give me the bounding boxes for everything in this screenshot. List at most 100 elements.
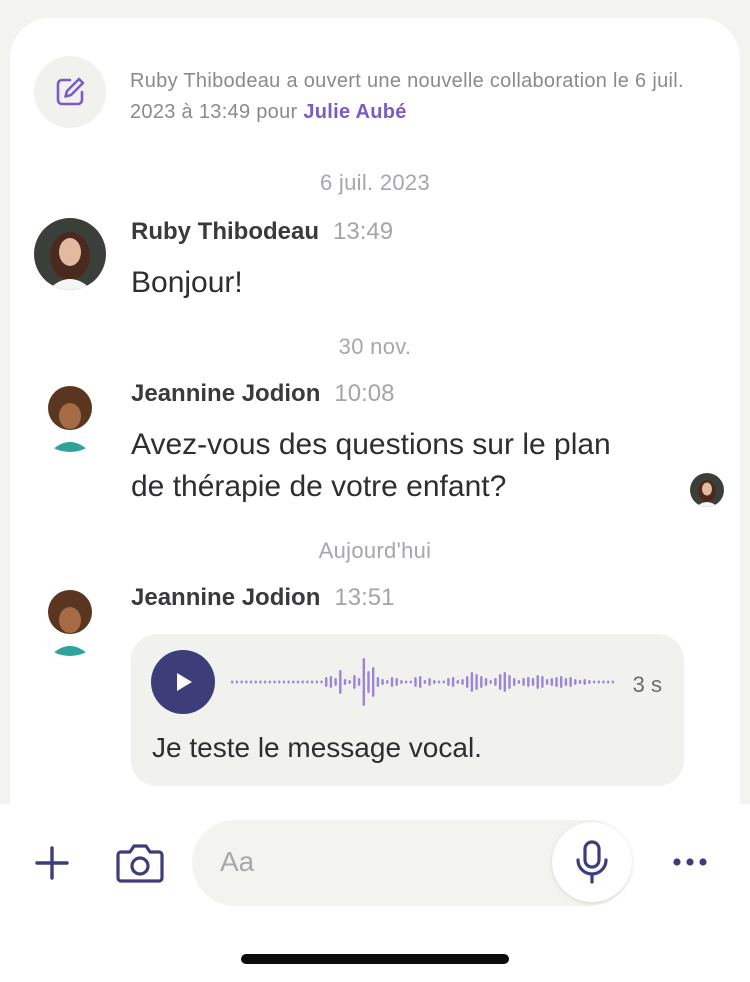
waveform-bar	[240, 680, 243, 684]
message-input-placeholder: Aa	[220, 846, 255, 877]
waveform-bar	[381, 679, 384, 685]
waveform-bar	[235, 680, 239, 684]
waveform-bar	[287, 680, 290, 684]
waveform-bar	[494, 678, 497, 686]
waveform-bar	[527, 677, 530, 687]
waveform-bar	[282, 680, 286, 684]
waveform-bar	[273, 680, 276, 684]
waveform-bar	[466, 676, 469, 688]
plus-icon	[35, 846, 69, 880]
message-time: 13:51	[334, 584, 395, 611]
waveform-bar	[357, 678, 361, 686]
waveform-bar	[560, 676, 563, 688]
waveform[interactable]	[231, 654, 616, 710]
waveform-bar	[353, 675, 356, 689]
waveform-bar	[437, 680, 441, 684]
avatar[interactable]	[34, 218, 106, 290]
waveform-bar	[404, 680, 408, 684]
waveform-bar	[278, 680, 281, 684]
conversation-panel: Ruby Thibodeau a ouvert une nouvelle col…	[10, 18, 740, 804]
waveform-bar	[569, 677, 572, 687]
waveform-bar	[325, 677, 328, 687]
message-text: Avez-vous des questions sur le plan de t…	[131, 424, 611, 508]
waveform-bar	[362, 658, 365, 706]
waveform-bar	[329, 676, 333, 688]
edit-note-icon	[34, 56, 106, 128]
add-button[interactable]	[30, 834, 74, 892]
waveform-bar	[296, 680, 300, 684]
waveform-bar	[334, 678, 337, 686]
author-name: Ruby Thibodeau	[131, 218, 319, 245]
record-voice-button[interactable]	[552, 822, 632, 902]
avatar[interactable]	[34, 584, 106, 656]
waveform-bar	[245, 680, 248, 684]
message-jeannine-2: Jeannine Jodion 13:51 3 s Je teste le mes…	[34, 584, 724, 794]
waveform-bar	[578, 680, 582, 684]
waveform-bar	[386, 680, 389, 684]
waveform-bar	[367, 671, 370, 693]
waveform-bar	[301, 680, 304, 684]
waveform-bar	[390, 677, 394, 687]
waveform-bar	[249, 680, 253, 684]
camera-icon	[116, 844, 164, 883]
author-name: Jeannine Jodion	[131, 584, 321, 611]
home-indicator	[241, 954, 509, 964]
play-button[interactable]	[151, 650, 215, 714]
waveform-bar	[339, 670, 342, 694]
waveform-bar	[456, 680, 459, 684]
waveform-bar	[348, 680, 351, 684]
waveform-bar	[611, 680, 615, 684]
waveform-bar	[541, 676, 544, 688]
waveform-bar	[231, 680, 234, 684]
date-separator: 6 juil. 2023	[319, 170, 430, 195]
waveform-bar	[376, 677, 380, 687]
waveform-bar	[461, 679, 464, 685]
waveform-bar	[268, 680, 271, 684]
waveform-bar	[263, 680, 267, 684]
event-text: Ruby Thibodeau a ouvert une nouvelle col…	[130, 66, 720, 128]
more-button[interactable]	[668, 844, 712, 880]
waveform-bar	[259, 680, 262, 684]
waveform-bar	[607, 680, 610, 684]
message-jeannine-1: Jeannine Jodion 10:08 Avez-vous des quest…	[34, 380, 724, 510]
read-receipt-avatar	[690, 473, 724, 507]
waveform-bar	[545, 679, 549, 685]
waveform-bar	[484, 678, 488, 686]
waveform-bar	[503, 672, 506, 692]
waveform-bar	[423, 680, 427, 684]
waveform-bar	[372, 667, 375, 697]
author-name: Jeannine Jodion	[131, 380, 321, 407]
waveform-bar	[550, 678, 553, 686]
waveform-bar	[315, 680, 318, 684]
collaboration-event: Ruby Thibodeau a ouvert une nouvelle col…	[34, 56, 724, 128]
event-description: Ruby Thibodeau a ouvert une nouvelle col…	[130, 70, 684, 123]
waveform-bar	[470, 672, 474, 692]
waveform-bar	[498, 674, 502, 690]
waveform-bar	[433, 680, 436, 684]
waveform-bar	[414, 677, 417, 687]
waveform-bar	[480, 676, 483, 688]
date-separator: Aujourd'hui	[318, 538, 432, 563]
message-header: Ruby Thibodeau 13:49	[131, 218, 393, 246]
message-header: Jeannine Jodion 10:08	[131, 380, 394, 408]
event-patient-link[interactable]: Julie Aubé	[303, 101, 406, 123]
waveform-bar	[310, 680, 314, 684]
waveform-bar	[536, 675, 539, 689]
waveform-bar	[592, 680, 596, 684]
camera-button[interactable]	[112, 834, 168, 892]
waveform-bar	[451, 677, 455, 687]
message-ruby: Ruby Thibodeau 13:49 Bonjour!	[34, 218, 724, 308]
avatar[interactable]	[34, 380, 106, 452]
waveform-bar	[602, 680, 605, 684]
waveform-bar	[306, 680, 309, 684]
waveform-bar	[522, 678, 525, 686]
message-input[interactable]: Aa	[192, 820, 632, 906]
waveform-bar	[400, 680, 403, 684]
waveform-bar	[517, 680, 521, 684]
message-header: Jeannine Jodion 13:51	[131, 584, 394, 612]
waveform-bar	[489, 680, 492, 684]
waveform-bar	[531, 678, 535, 686]
waveform-bar	[513, 678, 516, 686]
waveform-bar	[583, 679, 586, 685]
waveform-bar	[508, 675, 511, 689]
